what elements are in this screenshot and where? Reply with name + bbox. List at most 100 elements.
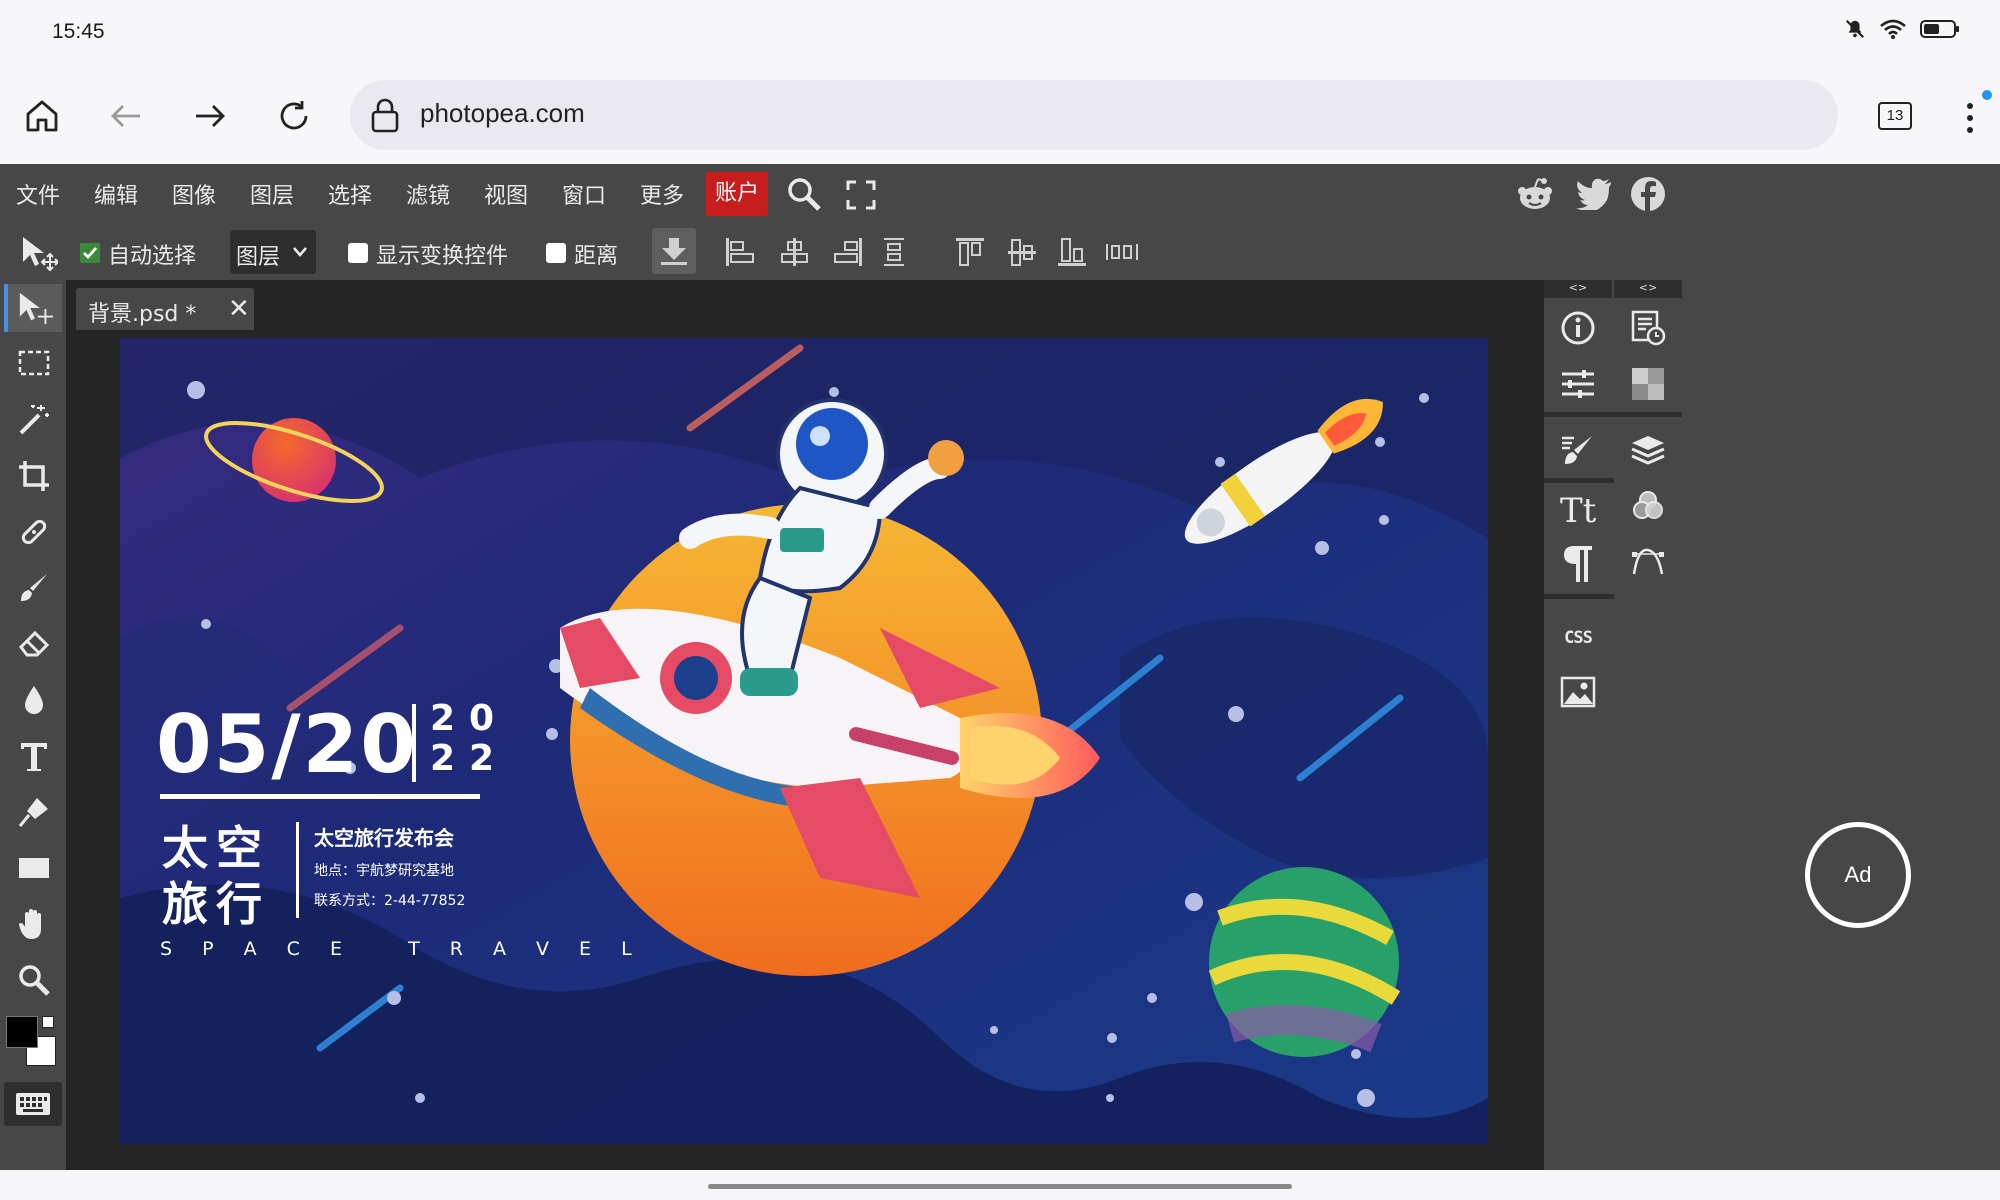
swap-colors-icon[interactable] bbox=[42, 1016, 54, 1028]
auto-select-target-dropdown[interactable]: 图层 bbox=[230, 230, 316, 274]
tool-type[interactable] bbox=[8, 732, 60, 780]
document-tab[interactable]: 背景.psd * ✕ bbox=[76, 288, 254, 330]
align-bottom-icon[interactable] bbox=[1056, 236, 1088, 268]
chevron-down-icon bbox=[293, 247, 307, 257]
hand-icon bbox=[19, 909, 41, 939]
svg-text:Tt: Tt bbox=[1560, 491, 1597, 528]
distance-checkbox[interactable] bbox=[546, 243, 566, 263]
tool-shape[interactable] bbox=[8, 844, 60, 892]
align-right-icon[interactable] bbox=[832, 236, 864, 268]
ad-button[interactable]: Ad bbox=[1805, 822, 1911, 928]
panel-handle-left[interactable]: <> bbox=[1544, 280, 1612, 298]
checkmark-icon bbox=[80, 243, 100, 263]
poster-contact: 联系方式：2-44-77852 bbox=[314, 893, 466, 909]
distribute-h-icon[interactable] bbox=[1104, 236, 1140, 268]
distance-label: 距离 bbox=[574, 244, 619, 269]
tool-hand[interactable] bbox=[8, 900, 60, 948]
move-tool-icon bbox=[23, 237, 58, 272]
address-bar[interactable]: photopea.com bbox=[350, 80, 1838, 150]
forward-button[interactable] bbox=[188, 94, 232, 138]
tool-crop[interactable] bbox=[8, 452, 60, 500]
align-middle-v-icon[interactable] bbox=[1006, 236, 1038, 268]
menu-select[interactable]: 选择 bbox=[328, 178, 372, 210]
image-panel-button[interactable] bbox=[1556, 670, 1600, 714]
tool-healing[interactable] bbox=[8, 508, 60, 556]
css-panel-button[interactable]: CSS bbox=[1556, 616, 1600, 660]
tool-move[interactable] bbox=[4, 284, 62, 332]
panel-separator bbox=[1544, 412, 1682, 417]
channels-panel-button[interactable] bbox=[1626, 484, 1670, 528]
facebook-icon[interactable] bbox=[1630, 176, 1666, 212]
browser-menu-button[interactable] bbox=[1960, 96, 1980, 140]
home-icon bbox=[26, 100, 58, 132]
character-panel-button[interactable]: Tt bbox=[1556, 486, 1600, 530]
history-panel-button[interactable] bbox=[1626, 306, 1670, 350]
menu-view[interactable]: 视图 bbox=[484, 178, 528, 210]
paragraph-icon bbox=[1564, 546, 1592, 582]
swatches-icon bbox=[1632, 368, 1664, 400]
menu-account[interactable]: 账户 bbox=[706, 172, 768, 216]
poster-underline bbox=[160, 794, 480, 799]
menu-image[interactable]: 图像 bbox=[172, 178, 216, 210]
paths-icon bbox=[1632, 548, 1664, 575]
browser-toolbar: photopea.com 13 bbox=[0, 66, 2000, 164]
ad-area: Ad bbox=[1682, 280, 2000, 1170]
tool-blur[interactable] bbox=[8, 676, 60, 724]
auto-select-checkbox[interactable] bbox=[80, 243, 100, 263]
close-icon[interactable]: ✕ bbox=[228, 294, 250, 324]
fullscreen-icon[interactable] bbox=[846, 180, 876, 210]
poster-year-top: 20 bbox=[430, 698, 509, 739]
tool-eraser[interactable] bbox=[8, 620, 60, 668]
align-center-h-icon[interactable] bbox=[778, 236, 810, 268]
menu-more[interactable]: 更多 bbox=[640, 178, 684, 210]
rectangle-icon bbox=[19, 858, 49, 878]
tool-marquee[interactable] bbox=[8, 340, 60, 388]
reload-button[interactable] bbox=[272, 94, 316, 138]
status-time: 15:45 bbox=[52, 20, 105, 43]
paragraph-panel-button[interactable] bbox=[1556, 542, 1600, 586]
home-button[interactable] bbox=[20, 94, 64, 138]
keyboard-button[interactable] bbox=[4, 1082, 62, 1126]
auto-select-label: 自动选择 bbox=[108, 244, 197, 269]
menu-filter[interactable]: 滤镜 bbox=[406, 178, 450, 210]
menu-edit[interactable]: 编辑 bbox=[94, 178, 138, 210]
tool-magic-wand[interactable] bbox=[8, 396, 60, 444]
poster-title-line2: 旅行 bbox=[162, 877, 270, 931]
twitter-icon[interactable] bbox=[1576, 178, 1612, 210]
color-swatches[interactable] bbox=[4, 1014, 62, 1074]
arrow-right-icon bbox=[196, 105, 225, 127]
menu-layer[interactable]: 图层 bbox=[250, 178, 294, 210]
align-top-icon[interactable] bbox=[954, 236, 986, 268]
options-bar: 自动选择 图层 显示变换控件 距离 bbox=[0, 224, 1680, 280]
reddit-icon[interactable] bbox=[1516, 176, 1554, 212]
bandage-icon bbox=[21, 519, 47, 545]
search-icon[interactable] bbox=[786, 176, 822, 212]
workspace: 背景.psd * ✕ 05/20 20 22 太空 旅行 太空旅行发布会 地点：… bbox=[66, 280, 1544, 1170]
battery-icon bbox=[1920, 20, 1959, 38]
menu-file[interactable]: 文件 bbox=[16, 178, 60, 210]
swatches-panel-button[interactable] bbox=[1626, 362, 1670, 406]
home-gesture-bar[interactable] bbox=[708, 1184, 1292, 1189]
download-button[interactable] bbox=[652, 228, 696, 274]
paths-panel-button[interactable] bbox=[1626, 540, 1670, 584]
menu-window[interactable]: 窗口 bbox=[562, 178, 606, 210]
back-button[interactable] bbox=[104, 94, 148, 138]
brushes-panel-button[interactable] bbox=[1556, 428, 1600, 472]
layers-panel-button[interactable] bbox=[1626, 428, 1670, 472]
notification-dot bbox=[1982, 90, 1992, 100]
tool-zoom[interactable] bbox=[8, 956, 60, 1004]
document-canvas[interactable]: 05/20 20 22 太空 旅行 太空旅行发布会 地点：宇航梦研究基地 联系方… bbox=[120, 338, 1488, 1144]
tool-pen[interactable] bbox=[8, 788, 60, 836]
tool-brush[interactable] bbox=[8, 564, 60, 612]
adjustments-panel-button[interactable] bbox=[1556, 362, 1600, 406]
panel-dock: <> <> Tt CSS bbox=[1544, 280, 1682, 1170]
show-transform-checkbox[interactable] bbox=[348, 243, 368, 263]
info-panel-button[interactable] bbox=[1556, 306, 1600, 350]
foreground-color-swatch[interactable] bbox=[6, 1016, 38, 1048]
align-left-icon[interactable] bbox=[724, 236, 756, 268]
url-text[interactable]: photopea.com bbox=[420, 98, 585, 129]
panel-handle-right[interactable]: <> bbox=[1614, 280, 1682, 298]
distribute-v-icon[interactable] bbox=[880, 236, 908, 268]
tabs-count-button[interactable]: 13 bbox=[1878, 102, 1912, 130]
poster-location: 地点：宇航梦研究基地 bbox=[314, 863, 454, 879]
